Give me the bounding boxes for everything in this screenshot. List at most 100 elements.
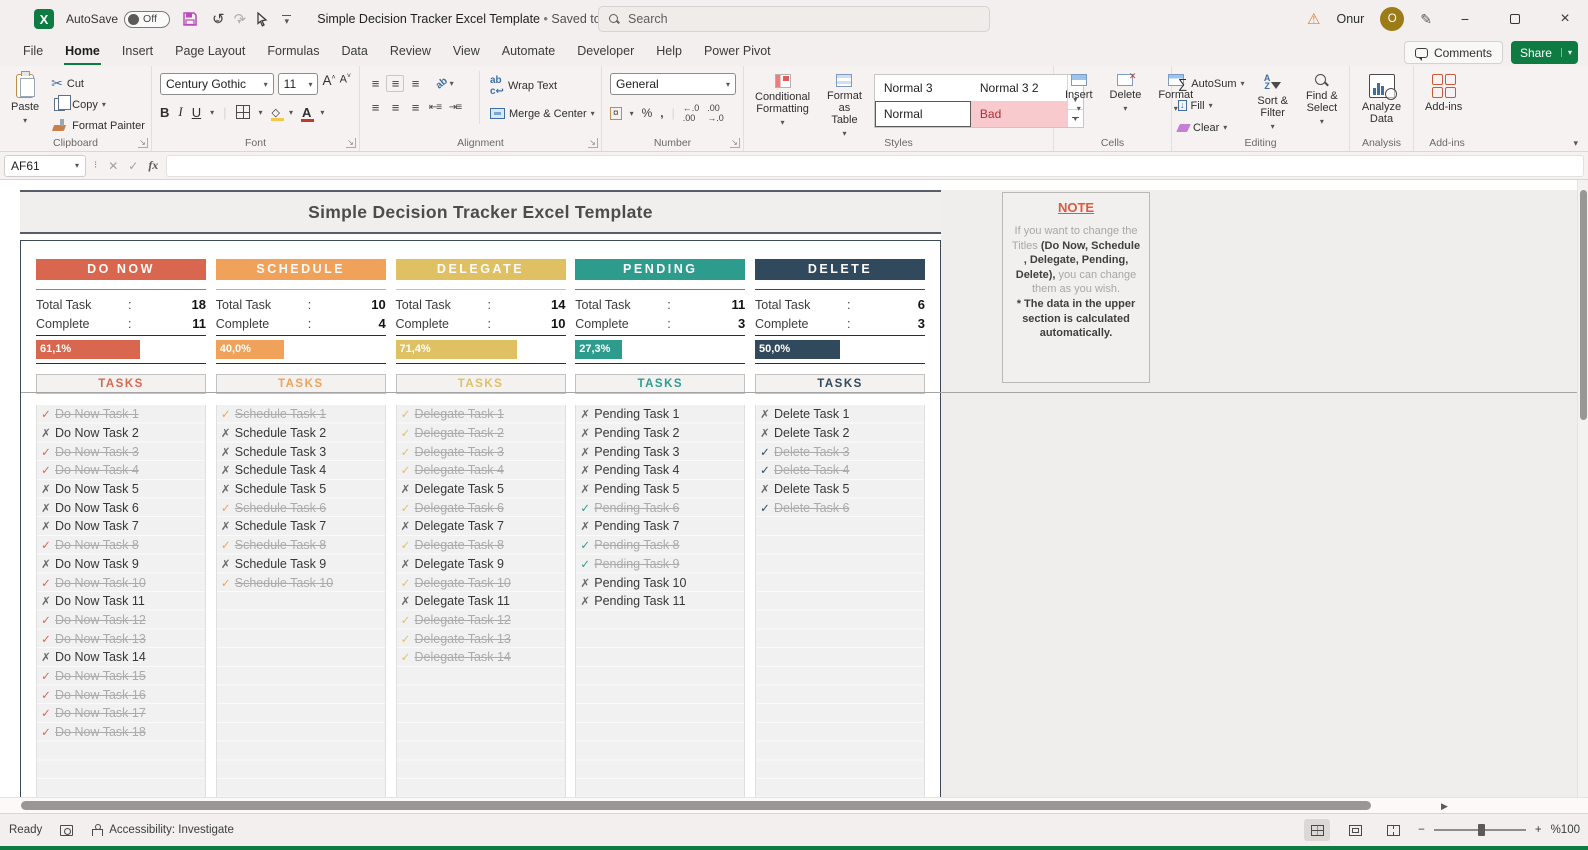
sheet-title-band[interactable]: Simple Decision Tracker Excel Template [20, 190, 941, 234]
column-header[interactable]: DELEGATE [395, 259, 566, 280]
task-row[interactable]: ✓ Do Now Task 12 [37, 611, 205, 630]
task-row[interactable]: ✗ Pending Task 5 [576, 480, 744, 499]
task-row[interactable]: ✗ Schedule Task 9 [217, 555, 385, 574]
conditional-formatting-button[interactable]: Conditional Formatting ▾ [750, 71, 815, 130]
merge-center-button[interactable]: Merge & Center ▾ [490, 103, 595, 124]
minimize-button[interactable]: − [1448, 0, 1482, 38]
tab-power-pivot[interactable]: Power Pivot [693, 39, 782, 65]
warning-icon[interactable]: ⚠ [1307, 10, 1320, 28]
cut-button[interactable]: ✂ Cut [51, 73, 145, 94]
alignment-dialog-launcher[interactable]: ↘ [588, 138, 598, 148]
horizontal-scrollbar[interactable]: ▶ [0, 797, 1588, 813]
wrap-text-button[interactable]: ab c↩ Wrap Text [490, 75, 595, 97]
search-input[interactable]: Search [598, 6, 990, 32]
task-row[interactable]: ✓ Schedule Task 8 [217, 536, 385, 555]
formula-bar-grip[interactable]: ⁝ [94, 160, 98, 171]
fill-color-icon[interactable]: ◇ [270, 106, 285, 121]
accessibility-status[interactable]: Accessibility: Investigate [91, 824, 234, 836]
bottom-align-button[interactable]: ≡ [406, 76, 424, 91]
task-row[interactable]: ✓ Delegate Task 4 [397, 461, 565, 480]
task-row[interactable]: ✗ Schedule Task 2 [217, 424, 385, 443]
task-row[interactable]: ✗ Schedule Task 3 [217, 442, 385, 461]
align-center-button[interactable]: ≡ [386, 100, 404, 115]
find-select-button[interactable]: Find & Select ▾ [1301, 71, 1343, 129]
task-row[interactable]: ✗ Pending Task 11 [576, 592, 744, 611]
autosum-button[interactable]: ∑ AutoSum ▾ [1178, 73, 1245, 94]
task-row[interactable]: ✗ Do Now Task 9 [37, 555, 205, 574]
maximize-button[interactable] [1498, 0, 1532, 38]
zoom-level[interactable]: %100 [1551, 824, 1580, 836]
sort-filter-button[interactable]: AZ Sort & Filter ▾ [1252, 71, 1294, 134]
middle-align-button[interactable]: ≡ [386, 75, 404, 92]
task-row[interactable]: ✓ Schedule Task 10 [217, 573, 385, 592]
column-header[interactable]: PENDING [575, 259, 746, 280]
task-row[interactable]: ✓ Do Now Task 16 [37, 685, 205, 704]
pen-input-icon[interactable]: ✎ [1420, 11, 1432, 28]
analyze-data-button[interactable]: Analyze Data [1356, 71, 1407, 128]
top-align-button[interactable]: ≡ [366, 76, 384, 91]
decrease-decimal-icon[interactable]: .00 →.0 [707, 103, 724, 123]
close-button[interactable]: × [1548, 0, 1582, 38]
tab-formulas[interactable]: Formulas [256, 39, 330, 65]
number-dialog-launcher[interactable]: ↘ [730, 138, 740, 148]
redo-button[interactable]: ↷▾ [234, 10, 247, 28]
zoom-in-button[interactable]: + [1535, 824, 1542, 836]
cell-style-normal[interactable]: Normal [874, 101, 971, 127]
tab-file[interactable]: File [12, 39, 54, 65]
horizontal-scrollbar-thumb[interactable] [21, 801, 1371, 810]
comments-button[interactable]: Comments [1403, 41, 1503, 64]
task-row[interactable]: ✗ Delete Task 5 [756, 480, 924, 499]
share-button[interactable]: Share ▾ [1510, 41, 1578, 64]
clear-button[interactable]: Clear ▾ [1176, 117, 1245, 138]
task-row[interactable]: ✓ Delete Task 3 [756, 442, 924, 461]
clipboard-dialog-launcher[interactable]: ↘ [138, 138, 148, 148]
enter-icon[interactable]: ✓ [128, 159, 138, 173]
task-row[interactable]: ✓ Do Now Task 8 [37, 536, 205, 555]
excel-logo-icon[interactable]: X [34, 9, 54, 29]
addins-button[interactable]: Add-ins [1420, 71, 1467, 116]
task-row[interactable]: ✓ Delegate Task 8 [397, 536, 565, 555]
decrease-font-size-button[interactable]: A˅ [340, 73, 351, 95]
task-row[interactable]: ✓ Pending Task 8 [576, 536, 744, 555]
tab-automate[interactable]: Automate [491, 39, 567, 65]
task-row[interactable]: ✓ Do Now Task 4 [37, 461, 205, 480]
task-row[interactable]: ✗ Delegate Task 9 [397, 555, 565, 574]
task-row[interactable]: ✗ Schedule Task 4 [217, 461, 385, 480]
insert-cells-button[interactable]: Insert ▾ [1060, 71, 1098, 116]
cell-style-normal3[interactable]: Normal 3 [875, 75, 971, 101]
align-right-button[interactable]: ≡ [406, 100, 424, 115]
task-row[interactable]: ✗ Pending Task 10 [576, 573, 744, 592]
task-row[interactable]: ✗ Do Now Task 14 [37, 648, 205, 667]
number-format-select[interactable]: General ▾ [610, 73, 736, 95]
touch-mode-cursor-icon[interactable] [255, 11, 268, 27]
normal-view-button[interactable] [1304, 819, 1331, 841]
user-name[interactable]: Onur [1336, 12, 1364, 26]
column-header[interactable]: SCHEDULE [215, 259, 386, 280]
macro-record-icon[interactable] [60, 824, 74, 836]
tab-insert[interactable]: Insert [111, 39, 164, 65]
task-row[interactable]: ✓ Pending Task 6 [576, 498, 744, 517]
zoom-out-button[interactable]: − [1418, 824, 1425, 836]
tab-page-layout[interactable]: Page Layout [164, 39, 256, 65]
task-row[interactable]: ✓ Delete Task 4 [756, 461, 924, 480]
fill-button[interactable]: ↓ Fill ▾ [1178, 95, 1245, 116]
decrease-indent-button[interactable]: ⇤≡ [426, 102, 444, 113]
task-row[interactable]: ✓ Delegate Task 1 [397, 405, 565, 424]
font-dialog-launcher[interactable]: ↘ [346, 138, 356, 148]
task-row[interactable]: ✓ Delegate Task 3 [397, 442, 565, 461]
undo-button[interactable]: ↺▾ [212, 10, 225, 28]
task-row[interactable]: ✗ Do Now Task 2 [37, 424, 205, 443]
task-row[interactable]: ✓ Delegate Task 10 [397, 573, 565, 592]
task-row[interactable]: ✓ Do Now Task 10 [37, 573, 205, 592]
task-row[interactable]: ✓ Schedule Task 1 [217, 405, 385, 424]
font-size-select[interactable]: 11 ▾ [277, 73, 319, 95]
task-row[interactable]: ✓ Do Now Task 13 [37, 629, 205, 648]
task-row[interactable]: ✓ Delegate Task 12 [397, 611, 565, 630]
collapse-ribbon-icon[interactable]: ▾ [1573, 138, 1578, 149]
task-row[interactable]: ✗ Do Now Task 5 [37, 480, 205, 499]
avatar[interactable]: O [1380, 7, 1405, 31]
task-row[interactable]: ✓ Delegate Task 14 [397, 648, 565, 667]
task-row[interactable]: ✗ Pending Task 7 [576, 517, 744, 536]
task-row[interactable]: ✓ Schedule Task 6 [217, 498, 385, 517]
format-as-table-button[interactable]: Format as Table ▾ [822, 71, 867, 141]
